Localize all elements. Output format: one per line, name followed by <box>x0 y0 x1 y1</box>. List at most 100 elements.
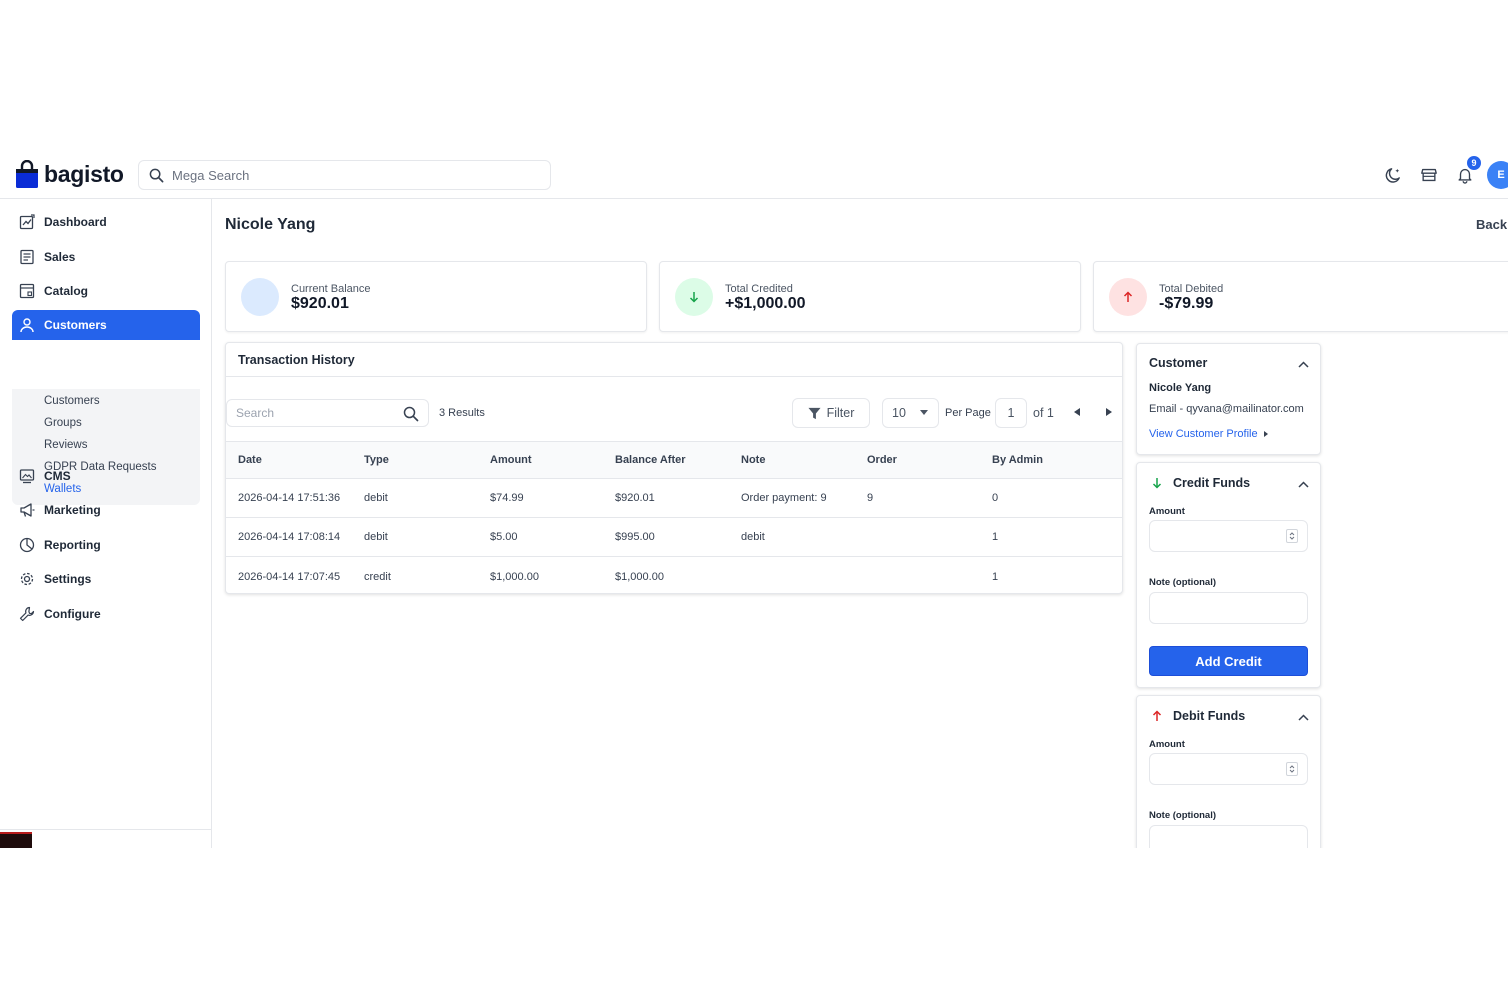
column-header-amount[interactable]: Amount <box>490 454 532 466</box>
next-page-icon[interactable] <box>1102 405 1116 419</box>
sidebar-item-cms[interactable]: CMS <box>12 461 200 491</box>
debit-funds-title: Debit Funds <box>1173 709 1246 723</box>
debit-note-field[interactable] <box>1149 825 1308 848</box>
sidebar-item-label: Catalog <box>44 284 89 298</box>
prev-page-icon[interactable] <box>1070 405 1084 419</box>
total-debited-card: Total Debited -$79.99 <box>1093 261 1508 332</box>
credit-note-label: Note (optional) <box>1149 577 1217 588</box>
back-button[interactable]: Back <box>1476 217 1507 232</box>
sidebar-item-configure[interactable]: Configure <box>12 599 200 629</box>
transaction-search-box[interactable] <box>226 399 429 427</box>
credit-note-input[interactable] <box>1150 593 1307 623</box>
cell-amount: $1,000.00 <box>490 570 539 583</box>
per-page-label: Per Page <box>945 407 991 419</box>
table-row: 2026-04-14 17:51:36 debit $74.99 $920.01… <box>226 479 1122 518</box>
dashboard-icon <box>19 214 35 230</box>
sales-icon <box>20 249 34 265</box>
arrow-down-icon <box>675 278 713 316</box>
debug-toolbar-corner[interactable] <box>0 832 32 848</box>
search-icon <box>149 168 164 182</box>
per-page-select[interactable]: 10 <box>882 398 939 428</box>
cell-balance-after: $920.01 <box>615 492 655 504</box>
sidebar-item-label: Customers <box>44 318 107 332</box>
mega-search-input[interactable] <box>172 167 532 183</box>
debit-amount-input[interactable] <box>1150 754 1307 784</box>
table-row: 2026-04-14 17:08:14 debit $5.00 $995.00 … <box>226 518 1122 557</box>
cell-balance-after: $1,000.00 <box>615 570 664 583</box>
transaction-search-input[interactable] <box>236 406 396 420</box>
cms-icon <box>19 469 35 484</box>
current-balance-label: Current Balance <box>291 283 371 295</box>
sidebar-item-dashboard[interactable]: Dashboard <box>12 207 200 237</box>
dark-mode-icon[interactable] <box>1383 165 1403 185</box>
number-spinner-icon[interactable] <box>1286 529 1298 543</box>
total-credited-value: +$1,000.00 <box>725 295 806 312</box>
chevron-up-icon[interactable] <box>1296 710 1310 724</box>
reporting-icon <box>19 537 35 553</box>
debit-amount-field[interactable] <box>1149 753 1308 785</box>
sidebar-item-label: Reporting <box>44 538 101 552</box>
submenu-reviews[interactable]: Reviews <box>44 439 87 451</box>
column-header-date[interactable]: Date <box>238 454 262 466</box>
settings-gear-icon <box>20 572 34 586</box>
view-customer-profile-link[interactable]: View Customer Profile <box>1149 428 1268 440</box>
cell-amount: $5.00 <box>490 531 518 543</box>
mega-search-box[interactable] <box>138 160 551 190</box>
arrow-up-icon <box>1152 710 1162 721</box>
filter-button[interactable]: Filter <box>792 398 870 428</box>
cell-by-admin: 1 <box>992 570 999 583</box>
column-header-note[interactable]: Note <box>741 454 765 466</box>
credit-amount-input[interactable] <box>1150 521 1307 551</box>
sidebar-item-label: Settings <box>44 572 92 586</box>
page-number-input[interactable] <box>995 398 1027 428</box>
add-credit-button[interactable]: Add Credit <box>1149 646 1308 676</box>
cell-type: credit <box>364 570 391 583</box>
column-header-balance-after[interactable]: Balance After <box>615 454 686 466</box>
sidebar-item-catalog[interactable]: Catalog <box>12 276 200 306</box>
debit-note-label: Note (optional) <box>1149 810 1217 821</box>
sidebar-item-sales[interactable]: Sales <box>12 242 200 272</box>
shopping-bag-icon <box>16 160 38 188</box>
transaction-history-title: Transaction History <box>238 353 355 367</box>
cell-note: debit <box>741 531 765 543</box>
total-credited-label: Total Credited <box>725 283 793 295</box>
view-customer-profile-label: View Customer Profile <box>1149 428 1258 440</box>
user-avatar[interactable]: E <box>1487 161 1508 189</box>
current-balance-card: Current Balance $920.01 <box>225 261 647 332</box>
cell-by-admin: 1 <box>992 531 999 543</box>
filter-icon <box>808 407 821 419</box>
caret-right-icon <box>1263 431 1268 437</box>
cell-type: debit <box>364 531 388 543</box>
credit-funds-title: Credit Funds <box>1173 476 1251 490</box>
chevron-up-icon[interactable] <box>1296 477 1310 491</box>
arrow-down-icon <box>1152 478 1162 489</box>
customer-name: Nicole Yang <box>1149 382 1212 394</box>
column-header-by-admin[interactable]: By Admin <box>992 454 1043 466</box>
sidebar-item-customers[interactable]: Customers <box>12 310 200 340</box>
customer-panel: Customer Nicole Yang Email - qyvana@mail… <box>1136 343 1321 455</box>
debit-note-input[interactable] <box>1150 826 1307 848</box>
chevron-up-icon[interactable] <box>1296 357 1310 371</box>
credit-amount-label: Amount <box>1149 506 1185 517</box>
cell-type: debit <box>364 492 388 504</box>
sidebar-item-reporting[interactable]: Reporting <box>12 530 200 560</box>
divider <box>226 376 1122 377</box>
sidebar-item-marketing[interactable]: Marketing <box>12 495 200 525</box>
debit-funds-panel: Debit Funds Amount Note (optional) <box>1136 695 1321 848</box>
caret-down-icon <box>919 410 928 415</box>
bagisto-logo[interactable]: bagisto <box>16 160 124 188</box>
submenu-groups[interactable]: Groups <box>44 417 82 429</box>
storefront-icon[interactable] <box>1419 165 1439 185</box>
cell-note: Order payment: 9 <box>741 492 827 504</box>
number-spinner-icon[interactable] <box>1286 762 1298 776</box>
customers-icon <box>20 318 34 333</box>
table-header-row: Date Type Amount Balance After Note Orde… <box>226 441 1122 479</box>
search-icon[interactable] <box>403 406 419 422</box>
credit-amount-field[interactable] <box>1149 520 1308 552</box>
sidebar-item-settings[interactable]: Settings <box>12 564 200 594</box>
column-header-type[interactable]: Type <box>364 454 389 466</box>
submenu-customers[interactable]: Customers <box>44 395 100 407</box>
credit-note-field[interactable] <box>1149 592 1308 624</box>
current-balance-value: $920.01 <box>291 295 349 312</box>
column-header-order[interactable]: Order <box>867 454 897 466</box>
